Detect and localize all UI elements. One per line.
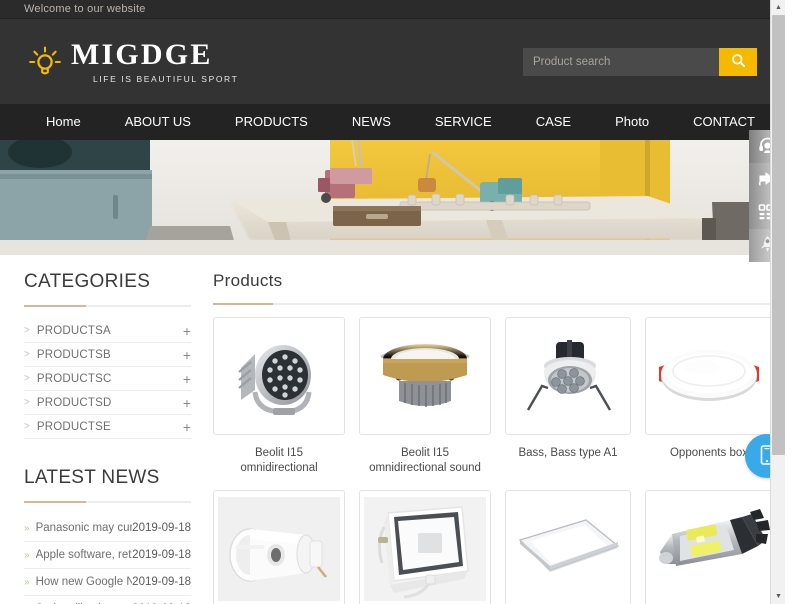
browser-scrollbar[interactable]: ▲ ▼: [770, 0, 785, 604]
plus-icon[interactable]: +: [183, 396, 191, 410]
product-image-frame[interactable]: [359, 317, 491, 435]
news-title: How new Google Nexus: [35, 576, 133, 588]
nav-item-service[interactable]: SERVICE: [413, 104, 514, 140]
logo-tagline: LIFE IS BEAUTIFUL SPORT: [93, 73, 239, 84]
nav-item-photo[interactable]: Photo: [593, 104, 671, 140]
news-date: 2019-09-18: [132, 549, 191, 561]
product-card: Beolit I15 omnidirectional sound: [359, 317, 491, 490]
logo[interactable]: MIGDGE LIFE IS BEAUTIFUL SPORT: [28, 37, 239, 84]
category-label: PRODUCTSB: [36, 348, 111, 361]
category-item[interactable]: > PRODUCTSE +: [24, 415, 191, 439]
news-item[interactable]: » Panasonic may curb so 2019-09-18: [24, 515, 191, 542]
product-image-frame[interactable]: [645, 490, 773, 604]
news-item[interactable]: » How new Google Nexus 2019-09-18: [24, 569, 191, 596]
search-box: [523, 47, 757, 76]
nav-item-case[interactable]: CASE: [514, 104, 593, 140]
hero-banner: [0, 140, 785, 255]
latest-news-rule: [24, 501, 191, 503]
products-grid: Beolit I15 omnidirectional Beolit I15 om…: [213, 317, 773, 604]
news-title: Panasonic may curb so: [35, 522, 133, 534]
category-label: PRODUCTSD: [36, 396, 112, 409]
latest-news-title: LATEST NEWS: [24, 467, 160, 488]
category-item[interactable]: > PRODUCTSA +: [24, 319, 191, 343]
categories-title: CATEGORIES: [24, 271, 151, 292]
chevron-right-icon: >: [24, 373, 30, 384]
lightbulb-icon: [28, 45, 62, 79]
chevron-right-icon: >: [24, 349, 30, 360]
scroll-up-arrow[interactable]: ▲: [771, 0, 785, 15]
categories-rule: [24, 305, 191, 307]
news-title: Apple software, retai: [35, 549, 133, 561]
chevron-right-icon: >: [24, 421, 30, 432]
round-panel-light-icon: [647, 341, 771, 411]
news-item[interactable]: » Sed mollis elementum 2019-09-18: [24, 596, 191, 604]
product-image-frame[interactable]: [645, 317, 773, 435]
category-item[interactable]: > PRODUCTSD +: [24, 391, 191, 415]
double-chevron-icon: »: [24, 576, 30, 588]
nav-item-news[interactable]: NEWS: [330, 104, 413, 140]
site-header: MIGDGE LIFE IS BEAUTIFUL SPORT: [0, 19, 785, 104]
category-item[interactable]: > PRODUCTSB +: [24, 343, 191, 367]
scroll-down-arrow[interactable]: ▼: [771, 589, 785, 604]
page-root: Welcome to our website MIGDGE LIFE IS BE…: [0, 0, 785, 604]
sidebar: CATEGORIES > PRODUCTSA + > PRODUCTSB + >…: [0, 271, 205, 604]
product-card: Bass, Bass type A1: [505, 317, 631, 490]
product-caption[interactable]: Opponents box: [666, 446, 752, 461]
product-image-frame[interactable]: [505, 317, 631, 435]
news-date: 2019-09-18: [132, 522, 191, 534]
double-chevron-icon: »: [24, 522, 30, 534]
category-label: PRODUCTSE: [36, 420, 111, 433]
search-icon: [731, 53, 746, 71]
white-flood-light-icon: [360, 493, 490, 604]
product-card: Spring up across the: [645, 490, 773, 604]
led-floodlight-icon: [225, 328, 333, 424]
plus-icon[interactable]: +: [183, 372, 191, 386]
product-caption[interactable]: Beolit I15 omnidirectional sound: [359, 446, 491, 476]
hero-image: [0, 140, 785, 255]
product-card: BeoPlay A9 wireless: [359, 490, 491, 604]
product-card: BeoPlay two speakers: [213, 490, 345, 604]
product-image-frame[interactable]: [213, 490, 345, 604]
categories-list: > PRODUCTSA + > PRODUCTSB + > PRODUCTSC: [24, 319, 191, 439]
plus-icon[interactable]: +: [183, 324, 191, 338]
news-date: 2019-09-18: [132, 576, 191, 588]
news-list: » Panasonic may curb so 2019-09-18 » App…: [24, 515, 191, 604]
product-caption[interactable]: Beolit I15 omnidirectional: [213, 446, 345, 476]
white-cylinder-light-icon: [214, 493, 344, 604]
latest-news-block: LATEST NEWS » Panasonic may curb so 2019…: [24, 467, 191, 604]
product-image-frame[interactable]: [359, 490, 491, 604]
nav-item-about[interactable]: ABOUT US: [103, 104, 213, 140]
led-car-bulb-icon: [646, 506, 772, 592]
main-navigation: Home ABOUT US PRODUCTS NEWS SERVICE CASE…: [0, 104, 785, 140]
category-label: PRODUCTSC: [36, 372, 112, 385]
products-rule: [213, 303, 773, 305]
category-item[interactable]: > PRODUCTSC +: [24, 367, 191, 391]
chevron-right-icon: >: [24, 397, 30, 408]
product-card: Beosound rotation: [505, 490, 631, 604]
product-card: Beolit I15 omnidirectional: [213, 317, 345, 490]
main-content: CATEGORIES > PRODUCTSA + > PRODUCTSB + >…: [0, 255, 785, 604]
plus-icon[interactable]: +: [183, 348, 191, 362]
product-image-frame[interactable]: [213, 317, 345, 435]
category-label: PRODUCTSA: [36, 324, 111, 337]
nav-item-products[interactable]: PRODUCTS: [213, 104, 330, 140]
plus-icon[interactable]: +: [183, 420, 191, 434]
logo-name: MIGDGE: [71, 37, 213, 71]
product-caption[interactable]: Bass, Bass type A1: [514, 446, 621, 461]
rectangular-panel-light-icon: [506, 506, 630, 592]
top-welcome-bar: Welcome to our website: [0, 0, 785, 19]
double-chevron-icon: »: [24, 549, 30, 561]
nav-item-home[interactable]: Home: [36, 104, 103, 140]
gold-downlight-icon: [367, 333, 483, 419]
search-input[interactable]: [523, 47, 719, 76]
products-section: Products Beolit I15 omnidirectional Beol…: [205, 271, 785, 604]
scrollbar-thumb[interactable]: [772, 15, 785, 455]
led-spotlight-icon: [512, 332, 624, 420]
chevron-right-icon: >: [24, 325, 30, 336]
news-item[interactable]: » Apple software, retai 2019-09-18: [24, 542, 191, 569]
product-image-frame[interactable]: [505, 490, 631, 604]
welcome-text: Welcome to our website: [24, 3, 146, 15]
products-title: Products: [213, 271, 283, 290]
search-button[interactable]: [719, 47, 757, 76]
